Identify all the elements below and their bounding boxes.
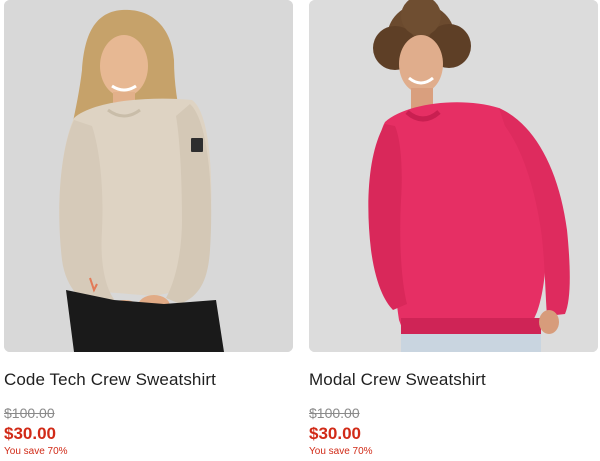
original-price: $100.00 <box>309 405 360 421</box>
original-price: $100.00 <box>4 405 55 421</box>
product-card[interactable]: Code Tech Crew Sweatshirt $100.00 $30.00… <box>4 0 293 461</box>
model-photo <box>309 0 598 352</box>
product-grid: Code Tech Crew Sweatshirt $100.00 $30.00… <box>0 0 600 461</box>
product-name[interactable]: Modal Crew Sweatshirt <box>309 370 598 390</box>
sale-price: $30.00 <box>309 424 361 443</box>
product-card[interactable]: Modal Crew Sweatshirt $100.00 $30.00 You… <box>309 0 598 461</box>
product-image[interactable] <box>4 0 293 352</box>
savings-text: You save 70% <box>309 446 373 457</box>
product-name[interactable]: Code Tech Crew Sweatshirt <box>4 370 293 390</box>
sale-price: $30.00 <box>4 424 56 443</box>
savings-text: You save 70% <box>4 446 68 457</box>
product-image[interactable] <box>309 0 598 352</box>
model-photo <box>4 0 293 352</box>
